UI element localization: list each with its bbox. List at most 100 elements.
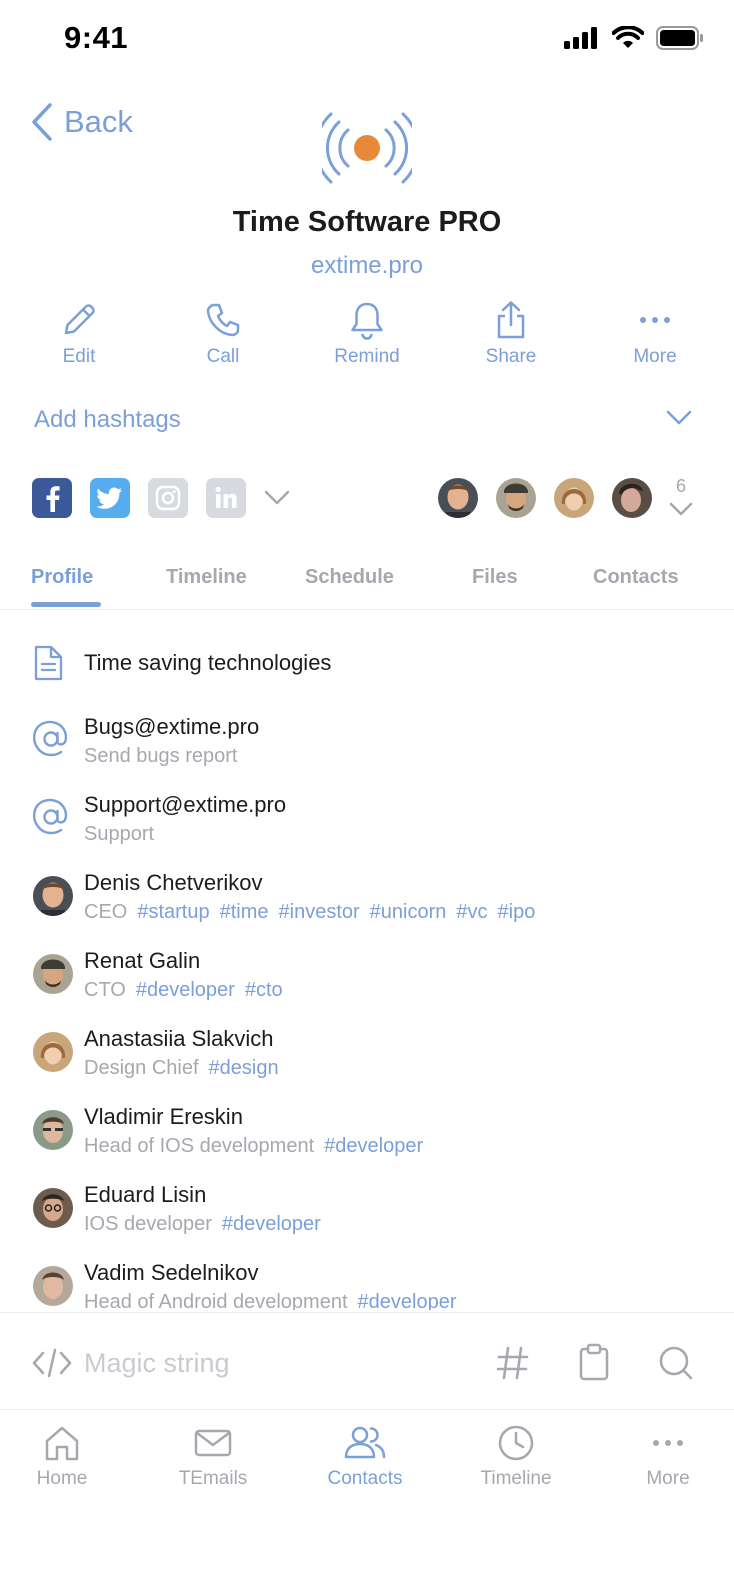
chevron-down-icon[interactable] — [264, 490, 290, 506]
hashtag[interactable]: #vc — [456, 901, 487, 923]
company-name: Time Software PRO — [232, 206, 502, 238]
more-dots-icon — [640, 317, 670, 323]
person-role-tags: CEO #startup #time #investor #unicorn #vc #ipo — [84, 901, 535, 924]
add-hashtags-row[interactable]: Add hashtags — [0, 400, 734, 444]
magic-string-input[interactable] — [84, 1343, 464, 1383]
hashtag[interactable]: #time — [220, 901, 269, 923]
contacts-icon — [344, 1426, 386, 1459]
bell-icon — [351, 302, 383, 340]
person-name: Vladimir Ereskin — [84, 1104, 243, 1129]
tab-contacts[interactable]: Contacts — [593, 566, 679, 589]
person-role: CEO — [84, 901, 128, 923]
hashtag-icon[interactable] — [496, 1345, 530, 1381]
avatar[interactable] — [612, 478, 652, 518]
tabbar-item-timeline[interactable]: Timeline — [456, 1424, 576, 1490]
status-icons — [564, 26, 704, 50]
person-role-tags: Design Chief #design — [84, 1057, 279, 1080]
section-tabs: Profile Timeline Schedule Files Contacts — [0, 558, 734, 610]
document-icon — [34, 645, 63, 681]
share-icon — [497, 301, 525, 339]
mail-icon — [194, 1429, 232, 1457]
remind-button[interactable]: Remind — [312, 300, 422, 368]
tabbar-item-more[interactable]: More — [608, 1424, 728, 1490]
avatar[interactable] — [438, 478, 478, 518]
hashtag[interactable]: #startup — [137, 901, 209, 923]
tab-files[interactable]: Files — [472, 566, 518, 589]
hashtag[interactable]: #investor — [279, 901, 360, 923]
search-icon[interactable] — [658, 1345, 694, 1381]
phone-icon — [206, 303, 240, 337]
tabbar-label: Home — [36, 1468, 88, 1489]
tabbar-item-contacts[interactable]: Contacts — [305, 1424, 425, 1490]
avatar — [33, 1266, 73, 1306]
remind-label: Remind — [334, 346, 400, 367]
social-row: 6 — [0, 476, 734, 522]
action-bar: Edit Call Remind Share More — [0, 300, 734, 380]
hashtag[interactable]: #unicorn — [370, 901, 447, 923]
tabbar-label: More — [646, 1468, 690, 1489]
linkedin-icon[interactable] — [206, 478, 246, 518]
email-note: Support — [84, 823, 155, 845]
avatar — [33, 954, 73, 994]
code-icon — [32, 1348, 72, 1378]
at-sign-icon — [33, 720, 68, 757]
avatar — [33, 1032, 73, 1072]
tab-timeline[interactable]: Timeline — [166, 566, 247, 589]
pencil-icon — [64, 304, 95, 335]
hashtag[interactable]: #developer — [136, 979, 235, 1001]
email-note: Send bugs report — [84, 745, 238, 767]
avatar[interactable] — [496, 478, 536, 518]
call-label: Call — [206, 346, 240, 367]
chevron-left-icon — [32, 103, 52, 141]
tabbar-item-home[interactable]: Home — [2, 1424, 122, 1490]
chevron-down-icon[interactable] — [666, 410, 692, 426]
person-role: Design Chief — [84, 1057, 199, 1079]
magic-string-bar — [0, 1312, 734, 1410]
person-name: Renat Galin — [84, 948, 201, 973]
back-label: Back — [64, 104, 133, 139]
active-tab-indicator — [31, 602, 101, 607]
tabbar-label: Contacts — [327, 1468, 403, 1489]
chevron-down-icon[interactable] — [669, 502, 693, 517]
back-button[interactable]: Back — [30, 102, 133, 142]
email-address[interactable]: Bugs@extime.pro — [84, 714, 259, 740]
tab-schedule[interactable]: Schedule — [305, 566, 394, 589]
edit-button[interactable]: Edit — [24, 300, 134, 368]
email-address[interactable]: Support@extime.pro — [84, 792, 286, 818]
add-hashtags-label: Add hashtags — [34, 406, 181, 433]
person-name: Denis Chetverikov — [84, 870, 263, 895]
person-name: Anastasiia Slakvich — [84, 1026, 274, 1051]
share-button[interactable]: Share — [456, 300, 566, 368]
hashtag[interactable]: #cto — [245, 979, 283, 1001]
hashtag[interactable]: #developer — [324, 1135, 423, 1157]
hashtag[interactable]: #developer — [222, 1213, 321, 1235]
person-role: Head of IOS development — [84, 1135, 315, 1157]
instagram-icon[interactable] — [148, 478, 188, 518]
cellular-signal-icon — [564, 27, 597, 49]
call-button[interactable]: Call — [168, 300, 278, 368]
company-logo-icon — [322, 112, 412, 184]
at-sign-icon — [33, 798, 68, 835]
clipboard-icon[interactable] — [578, 1343, 610, 1381]
hashtag[interactable]: #developer — [358, 1291, 457, 1310]
wifi-icon — [612, 26, 644, 48]
tabbar-label: Timeline — [480, 1468, 552, 1489]
person-role: Head of Android development — [84, 1291, 348, 1310]
avatar[interactable] — [554, 478, 594, 518]
share-label: Share — [485, 346, 537, 367]
avatar — [33, 1188, 73, 1228]
hashtag[interactable]: #design — [209, 1057, 279, 1079]
tabbar-item-temails[interactable]: TEmails — [153, 1424, 273, 1490]
members-count[interactable]: 6 — [664, 476, 698, 497]
status-bar: 9:41 — [0, 0, 734, 80]
battery-icon — [656, 26, 703, 50]
person-role: IOS developer — [84, 1213, 212, 1235]
profile-list: Time saving technologies Bugs@extime.pro… — [0, 640, 734, 1310]
clock-icon — [498, 1425, 534, 1461]
hashtag[interactable]: #ipo — [498, 901, 536, 923]
company-website-link[interactable]: extime.pro — [0, 252, 734, 280]
twitter-icon[interactable] — [90, 478, 130, 518]
tab-profile[interactable]: Profile — [31, 566, 93, 589]
more-actions-button[interactable]: More — [600, 300, 710, 368]
facebook-icon[interactable] — [32, 478, 72, 518]
